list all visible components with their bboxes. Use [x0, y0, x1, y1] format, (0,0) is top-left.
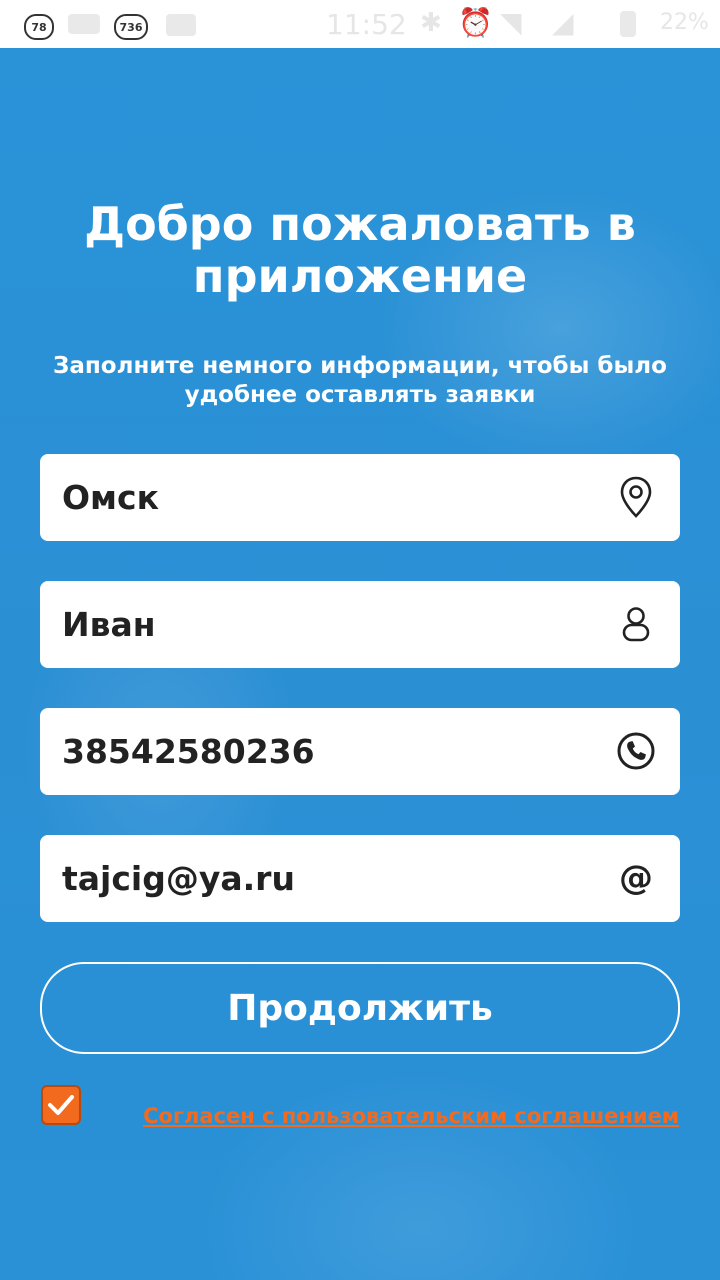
continue-button[interactable]: Продолжить	[40, 962, 680, 1054]
name-field[interactable]: Иван	[40, 581, 680, 668]
title-line-2: приложение	[192, 249, 528, 303]
status-bar: 78 736 11:52 ✱ ⏰ ◥ ◢ 22%	[0, 0, 720, 48]
alarm-icon: ⏰	[458, 6, 493, 39]
title-line-1: Добро пожаловать в	[84, 197, 636, 251]
at-sign-icon: @	[619, 858, 653, 898]
name-value: Иван	[62, 605, 156, 644]
battery-percent: 22%	[660, 10, 709, 35]
location-pin-icon	[614, 475, 658, 519]
page-title: Добро пожаловать в приложение	[40, 198, 680, 302]
email-field[interactable]: tajcig@ya.ru @	[40, 835, 680, 922]
agreement-checkbox[interactable]	[41, 1085, 81, 1125]
notification-badge: 736	[114, 14, 148, 40]
video-notification-icon	[68, 14, 100, 34]
app-notification-icon	[166, 14, 196, 36]
signal-icon: ◢	[552, 6, 574, 39]
email-value: tajcig@ya.ru	[62, 859, 295, 898]
wifi-icon: ◥	[500, 6, 522, 39]
page-subtitle: Заполните немного информации, чтобы было…	[30, 352, 690, 410]
clock: 11:52	[326, 8, 407, 41]
bluetooth-icon: ✱	[420, 8, 442, 38]
subtitle-line-2: удобнее оставлять заявки	[184, 382, 536, 408]
phone-field[interactable]: 38542580236	[40, 708, 680, 795]
city-field[interactable]: Омск	[40, 454, 680, 541]
phone-icon	[614, 729, 658, 773]
notification-badge: 78	[24, 14, 54, 40]
agreement-link[interactable]: Согласен с пользовательским соглашением	[143, 1104, 679, 1128]
phone-value: 38542580236	[62, 732, 315, 771]
checkmark-icon	[48, 1095, 74, 1115]
person-icon	[614, 602, 658, 646]
city-value: Омск	[62, 478, 159, 517]
battery-icon	[620, 11, 636, 37]
subtitle-line-1: Заполните немного информации, чтобы было	[53, 353, 667, 379]
